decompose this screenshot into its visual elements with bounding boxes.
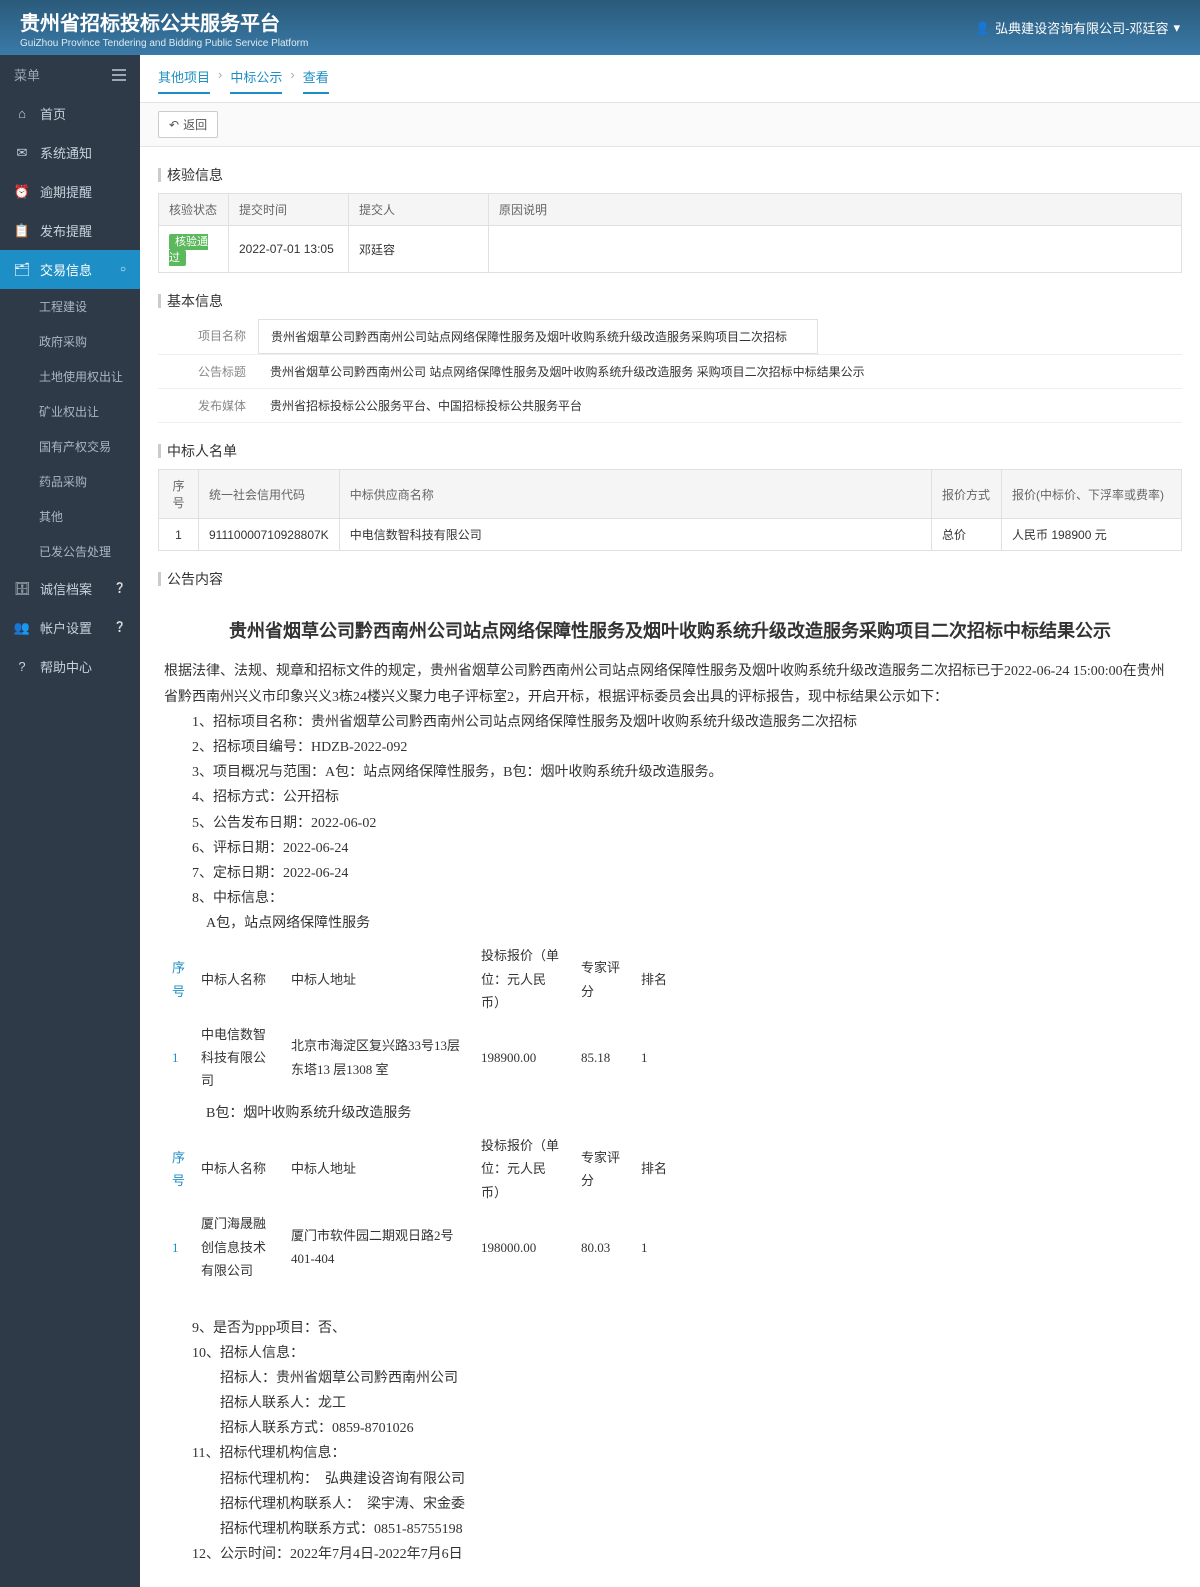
crumb-0[interactable]: 其他项目: [158, 67, 210, 94]
main-content: 其他项目 › 中标公示 › 查看 ↶ 返回 核验信息 核验状态 提交时间 提交人…: [140, 55, 1200, 1587]
submenu-item-6[interactable]: 其他: [0, 499, 140, 534]
menu-icon: 🗂: [14, 262, 30, 278]
menu-item-1[interactable]: ✉系统通知: [0, 133, 140, 172]
menu-icon: ⌂: [14, 106, 30, 121]
menu-icon: ⏰: [14, 184, 30, 200]
pkg-a-table: 序号 中标人名称 中标人地址 投标报价（单位：元人民币） 专家评分 排名 1 中…: [164, 940, 675, 1096]
menu-item-2[interactable]: ⏰逾期提醒: [0, 172, 140, 211]
menu-item-6[interactable]: 👥帐户设置❔: [0, 608, 140, 647]
menu-item-0[interactable]: ⌂首页: [0, 94, 140, 133]
menu-icon: ?: [14, 659, 30, 674]
submenu-item-1[interactable]: 政府采购: [0, 324, 140, 359]
menu-icon: 🗄: [14, 581, 30, 597]
review-row: 核验通过 2022-07-01 13:05 邓廷容: [159, 226, 1182, 273]
crumb-1[interactable]: 中标公示: [230, 67, 282, 94]
menu-item-3[interactable]: 📋发布提醒: [0, 211, 140, 250]
toolbar: ↶ 返回: [140, 102, 1200, 147]
announcement-body: 贵州省烟草公司黔西南州公司站点网络保障性服务及烟叶收购系统升级改造服务采购项目二…: [158, 597, 1182, 1577]
basic-row: 公告标题贵州省烟草公司黔西南州公司 站点网络保障性服务及烟叶收购系统升级改造服务…: [158, 355, 1182, 389]
sidebar: 菜单 ⌂首页✉系统通知⏰逾期提醒📋发布提醒🗂交易信息○工程建设政府采购土地使用权…: [0, 55, 140, 1587]
menu-label: 菜单: [14, 65, 40, 84]
winner-row: 1 91110000710928807K 中电信数智科技有限公司 总价 人民币 …: [159, 519, 1182, 551]
menu-icon: ✉: [14, 145, 30, 161]
submenu-item-0[interactable]: 工程建设: [0, 289, 140, 324]
review-table: 核验状态 提交时间 提交人 原因说明 核验通过 2022-07-01 13:05…: [158, 193, 1182, 273]
winners-title: 中标人名单: [158, 433, 1182, 469]
submenu-item-7[interactable]: 已发公告处理: [0, 534, 140, 569]
status-badge: 核验通过: [169, 234, 208, 266]
user-info[interactable]: 弘典建设咨询有限公司-邓廷容 ▾: [975, 18, 1180, 37]
basic-row: 发布媒体贵州省招标投标公公服务平台、中国招标投标公共服务平台: [158, 389, 1182, 423]
crumb-2: 查看: [303, 67, 329, 94]
menu-icon: 👥: [14, 620, 30, 636]
basic-title: 基本信息: [158, 283, 1182, 319]
app-header: 贵州省招标投标公共服务平台 GuiZhou Province Tendering…: [0, 0, 1200, 55]
menu-item-4[interactable]: 🗂交易信息○: [0, 250, 140, 289]
app-subtitle: GuiZhou Province Tendering and Bidding P…: [20, 38, 308, 49]
doc-title: 贵州省烟草公司黔西南州公司站点网络保障性服务及烟叶收购系统升级改造服务采购项目二…: [164, 615, 1176, 647]
hamburger-icon[interactable]: [112, 69, 126, 81]
menu-item-5[interactable]: 🗄诚信档案❔: [0, 569, 140, 608]
submenu-item-4[interactable]: 国有产权交易: [0, 429, 140, 464]
winners-table: 序号 统一社会信用代码 中标供应商名称 报价方式 报价(中标价、下浮率或费率) …: [158, 469, 1182, 551]
content-section-title: 公告内容: [158, 561, 1182, 597]
pkg-b-table: 序号 中标人名称 中标人地址 投标报价（单位：元人民币） 专家评分 排名 1 厦…: [164, 1130, 675, 1286]
submenu-item-5[interactable]: 药品采购: [0, 464, 140, 499]
menu-item-7[interactable]: ?帮助中心: [0, 647, 140, 686]
app-title: 贵州省招标投标公共服务平台: [20, 7, 308, 36]
submenu-item-2[interactable]: 土地使用权出让: [0, 359, 140, 394]
submenu-item-3[interactable]: 矿业权出让: [0, 394, 140, 429]
basic-row: 项目名称贵州省烟草公司黔西南州公司站点网络保障性服务及烟叶收购系统升级改造服务采…: [158, 319, 1182, 355]
review-title: 核验信息: [158, 157, 1182, 193]
back-button[interactable]: ↶ 返回: [158, 111, 218, 138]
breadcrumb: 其他项目 › 中标公示 › 查看: [140, 55, 1200, 102]
menu-icon: 📋: [14, 223, 30, 239]
